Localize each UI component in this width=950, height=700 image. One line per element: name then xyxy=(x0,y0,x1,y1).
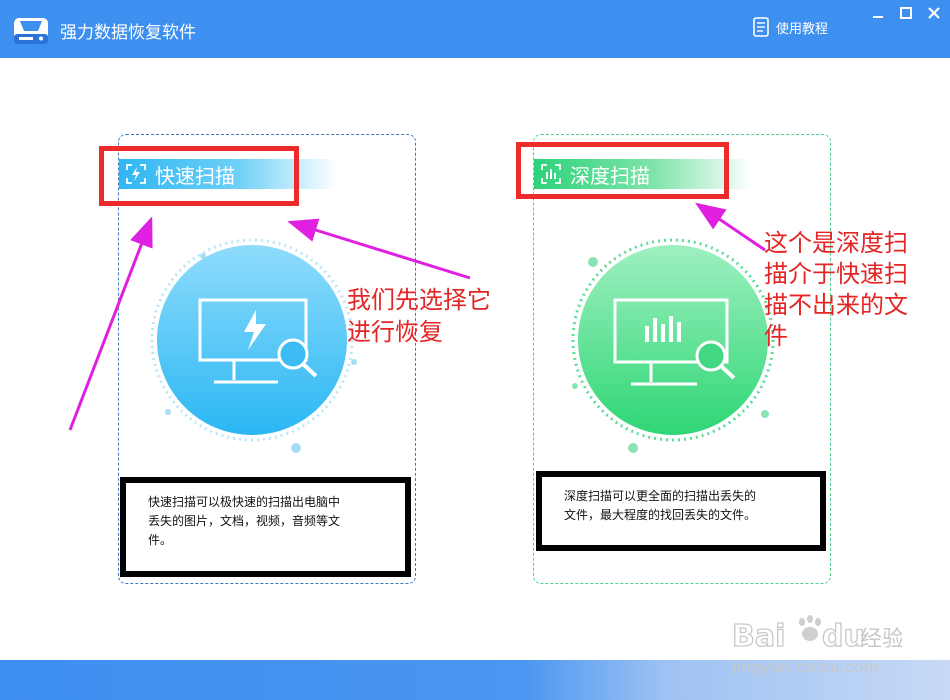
deep-desc-line-2: 文件，最大程度的找回丢失的文件。 xyxy=(564,508,757,522)
title-bar: 强力数据恢复软件 使用教程 xyxy=(0,0,950,58)
annotation-line: 描介于快速扫 xyxy=(764,260,908,288)
deep-scan-illustration[interactable] xyxy=(563,234,783,454)
annotation-line: 进行恢复 xyxy=(347,318,443,346)
quick-scan-annotation: 我们先选择它 进行恢复 xyxy=(347,284,547,348)
svg-text:Bai: Bai xyxy=(732,619,785,654)
baidu-watermark: Bai du 经验 jingyan.baidu.com xyxy=(731,612,942,696)
quick-scan-illustration[interactable] xyxy=(148,234,368,454)
quick-desc-line-1: 快速扫描可以极快速的扫描出电脑中 xyxy=(148,495,341,509)
deep-scan-annotation: 这个是深度扫 描介于快速扫 描不出来的文 件 xyxy=(764,228,944,352)
svg-text:du: du xyxy=(822,619,865,654)
hard-drive-icon xyxy=(12,12,50,48)
quick-desc-line-2: 丢失的图片，文档，视频，音频等文 xyxy=(148,514,341,528)
deep-desc-line-1: 深度扫描可以更全面的扫描出丢失的 xyxy=(564,489,757,503)
annotation-line: 这个是深度扫 xyxy=(764,229,908,257)
close-icon xyxy=(928,7,940,19)
watermark-site: jingyan.baidu.com xyxy=(732,658,879,676)
quick-desc-line-3: 件。 xyxy=(148,533,173,547)
close-button[interactable] xyxy=(922,2,946,24)
annotation-line: 描不出来的文 xyxy=(764,291,908,319)
deep-scan-description: 深度扫描可以更全面的扫描出丢失的 文件，最大程度的找回丢失的文件。 xyxy=(536,471,826,551)
minimize-button[interactable] xyxy=(866,2,890,24)
maximize-icon xyxy=(900,7,912,19)
app-title: 强力数据恢复软件 xyxy=(60,23,196,43)
minimize-icon xyxy=(873,16,883,18)
tutorial-label: 使用教程 xyxy=(776,21,829,37)
app-window: 强力数据恢复软件 使用教程 快速扫描 深度扫描 快速扫描可以极快速的扫描出电脑中… xyxy=(0,0,950,700)
maximize-button[interactable] xyxy=(894,2,918,24)
annotation-line: 我们先选择它 xyxy=(347,286,491,314)
document-icon xyxy=(753,17,769,37)
quick-scan-description: 快速扫描可以极快速的扫描出电脑中 丢失的图片，文档，视频，音频等文 件。 xyxy=(120,477,411,577)
quick-scan-highlight xyxy=(99,146,299,206)
annotation-line: 件 xyxy=(764,322,788,350)
tutorial-button[interactable]: 使用教程 xyxy=(752,16,828,38)
svg-text:经验: 经验 xyxy=(860,627,902,652)
baidu-logo: Bai du 经验 xyxy=(731,615,904,655)
deep-scan-highlight xyxy=(516,142,729,199)
